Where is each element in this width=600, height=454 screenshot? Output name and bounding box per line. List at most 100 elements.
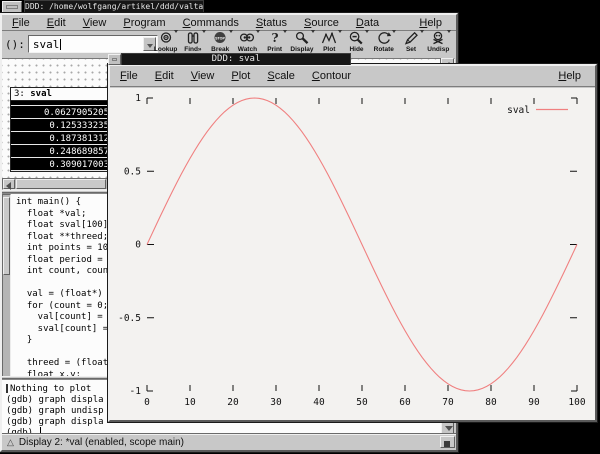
svg-text:0: 0 — [144, 397, 150, 408]
svg-text:30: 30 — [270, 397, 282, 408]
toolbar-button-label: Rotate — [374, 46, 394, 53]
svg-text:10: 10 — [184, 397, 196, 408]
svg-text:80: 80 — [485, 397, 497, 408]
sine-plot: 0102030405060708090100-1-0.500.51sval — [110, 88, 595, 420]
hscroll-thumb[interactable] — [16, 179, 106, 189]
data-display-values: 0.06279052050.1253332350.1873813120.2486… — [11, 101, 111, 171]
sval-value-row[interactable]: 0.309017003 — [11, 158, 111, 171]
svg-text:sval: sval — [507, 105, 530, 116]
sval-curve — [147, 98, 577, 391]
status-text: Display 2: *val (enabled, scope main) — [19, 437, 184, 448]
resize-grip[interactable] — [440, 436, 455, 448]
svg-text:100: 100 — [568, 397, 585, 408]
toolbar-button-label: Plot — [323, 46, 335, 53]
main-menu-view[interactable]: View — [81, 16, 109, 30]
svg-text:-1: -1 — [130, 386, 142, 397]
chevron-down-icon — [311, 30, 315, 33]
argument-label: (): — [5, 38, 25, 51]
chevron-down-icon — [420, 30, 424, 33]
arrow-left-icon — [6, 182, 11, 190]
plot-menu-file[interactable]: File — [118, 69, 140, 83]
main-window-menu-button[interactable] — [2, 1, 22, 13]
chevron-down-icon — [229, 30, 233, 33]
main-menu-program[interactable]: Program — [121, 16, 167, 30]
svg-text:50: 50 — [356, 397, 368, 408]
scroll-left-button[interactable] — [3, 179, 15, 189]
chevron-down-icon — [447, 30, 451, 33]
vscroll-thumb[interactable] — [3, 197, 10, 275]
toolbar-button-label: Display — [290, 46, 313, 53]
svg-text:0: 0 — [135, 240, 141, 251]
main-menu-status[interactable]: Status — [254, 16, 289, 30]
main-menu-commands[interactable]: Commands — [181, 16, 241, 30]
source-vscrollbar[interactable] — [2, 194, 11, 376]
chevron-down-icon — [365, 30, 369, 33]
set-button[interactable]: Set — [397, 30, 424, 57]
main-menu-data[interactable]: Data — [354, 16, 381, 30]
chevron-down-icon — [392, 30, 396, 33]
plot-menu-edit[interactable]: Edit — [153, 69, 176, 83]
text-caret — [60, 39, 61, 50]
find-icon — [185, 31, 201, 45]
plot-menu-contour[interactable]: Contour — [310, 69, 353, 83]
grip-square-icon — [444, 441, 450, 447]
watch-icon — [239, 31, 255, 45]
svg-text:?: ? — [271, 31, 278, 45]
svg-text:70: 70 — [442, 397, 454, 408]
sval-value-row[interactable]: 0.187381312 — [11, 132, 111, 145]
data-display-header[interactable]: 3: sval — [11, 88, 111, 101]
svg-text:0.5: 0.5 — [124, 166, 141, 177]
plot-window: FileEditViewPlotScaleContourHelp 0102030… — [108, 64, 597, 422]
main-menu-edit[interactable]: Edit — [45, 16, 68, 30]
sval-value-row[interactable]: 0.0627905205 — [11, 106, 111, 119]
main-statusbar: △ Display 2: *val (enabled, scope main) — [2, 434, 456, 450]
main-menu-help[interactable]: Help — [417, 16, 444, 30]
chevron-down-icon — [256, 30, 260, 33]
argument-row: (): sval — [2, 33, 158, 55]
main-menubar: File Edit View Program Commands Status Source D… — [2, 15, 456, 31]
status-triangle-icon[interactable]: △ — [7, 437, 14, 448]
main-menu-file[interactable]: File — [10, 16, 32, 30]
arrow-down-icon — [445, 426, 453, 431]
window-glyph-icon — [112, 58, 117, 61]
display-icon — [294, 31, 310, 45]
chevron-down-icon — [283, 30, 287, 33]
plot-menu-plot[interactable]: Plot — [229, 69, 252, 83]
plot-menu-view[interactable]: View — [189, 69, 217, 83]
svg-text:60: 60 — [399, 397, 411, 408]
toolbar-button-label: Set — [406, 46, 416, 53]
svg-text:-0.5: -0.5 — [118, 313, 141, 324]
argument-input[interactable]: sval — [28, 35, 158, 53]
window-glyph-icon — [6, 5, 18, 9]
chevron-down-icon — [174, 30, 178, 33]
rotate-button[interactable]: Rotate — [370, 30, 397, 57]
plot-canvas[interactable]: 0102030405060708090100-1-0.500.51sval — [110, 88, 595, 420]
toolbar-button-label: Print — [267, 46, 282, 53]
plot-menu-help[interactable]: Help — [556, 69, 583, 83]
plot-menubar: File Edit View Plot Scale Contour Help — [110, 66, 595, 87]
svg-text:1: 1 — [135, 93, 141, 104]
rotate-icon — [376, 31, 392, 45]
svg-text:STOP: STOP — [215, 36, 225, 40]
plot-icon — [321, 31, 337, 45]
main-menu-source[interactable]: Source — [302, 16, 341, 30]
plot-window-menu-button[interactable] — [108, 54, 121, 65]
toolbar-button-label: Lookup — [154, 46, 177, 53]
svg-text:90: 90 — [528, 397, 540, 408]
toolbar-button-label: Watch — [238, 46, 257, 53]
main-window-title[interactable]: DDD: /home/wolfgang/artikel/ddd/valtab.c — [24, 0, 204, 13]
plot-window-title[interactable]: DDD: sval — [121, 53, 351, 65]
undisp-button[interactable]: Undisp — [425, 30, 452, 57]
sval-value-row[interactable]: 0.248689857 — [11, 145, 111, 158]
console-line[interactable]: (gdb) — [2, 427, 454, 434]
sval-value-row[interactable]: 0.125333235 — [11, 119, 111, 132]
break-icon: STOP — [212, 31, 228, 45]
console-caret — [40, 427, 41, 434]
data-display-sval[interactable]: 3: sval 0.06279052050.1253332350.1873813… — [10, 87, 112, 172]
toolbar-button-label: Find» — [184, 46, 201, 53]
hide-icon — [348, 31, 364, 45]
undisp-icon — [430, 31, 446, 45]
scroll-down-button[interactable] — [441, 421, 454, 434]
toolbar-button-label: Break — [211, 46, 229, 53]
plot-menu-scale[interactable]: Scale — [265, 69, 297, 83]
